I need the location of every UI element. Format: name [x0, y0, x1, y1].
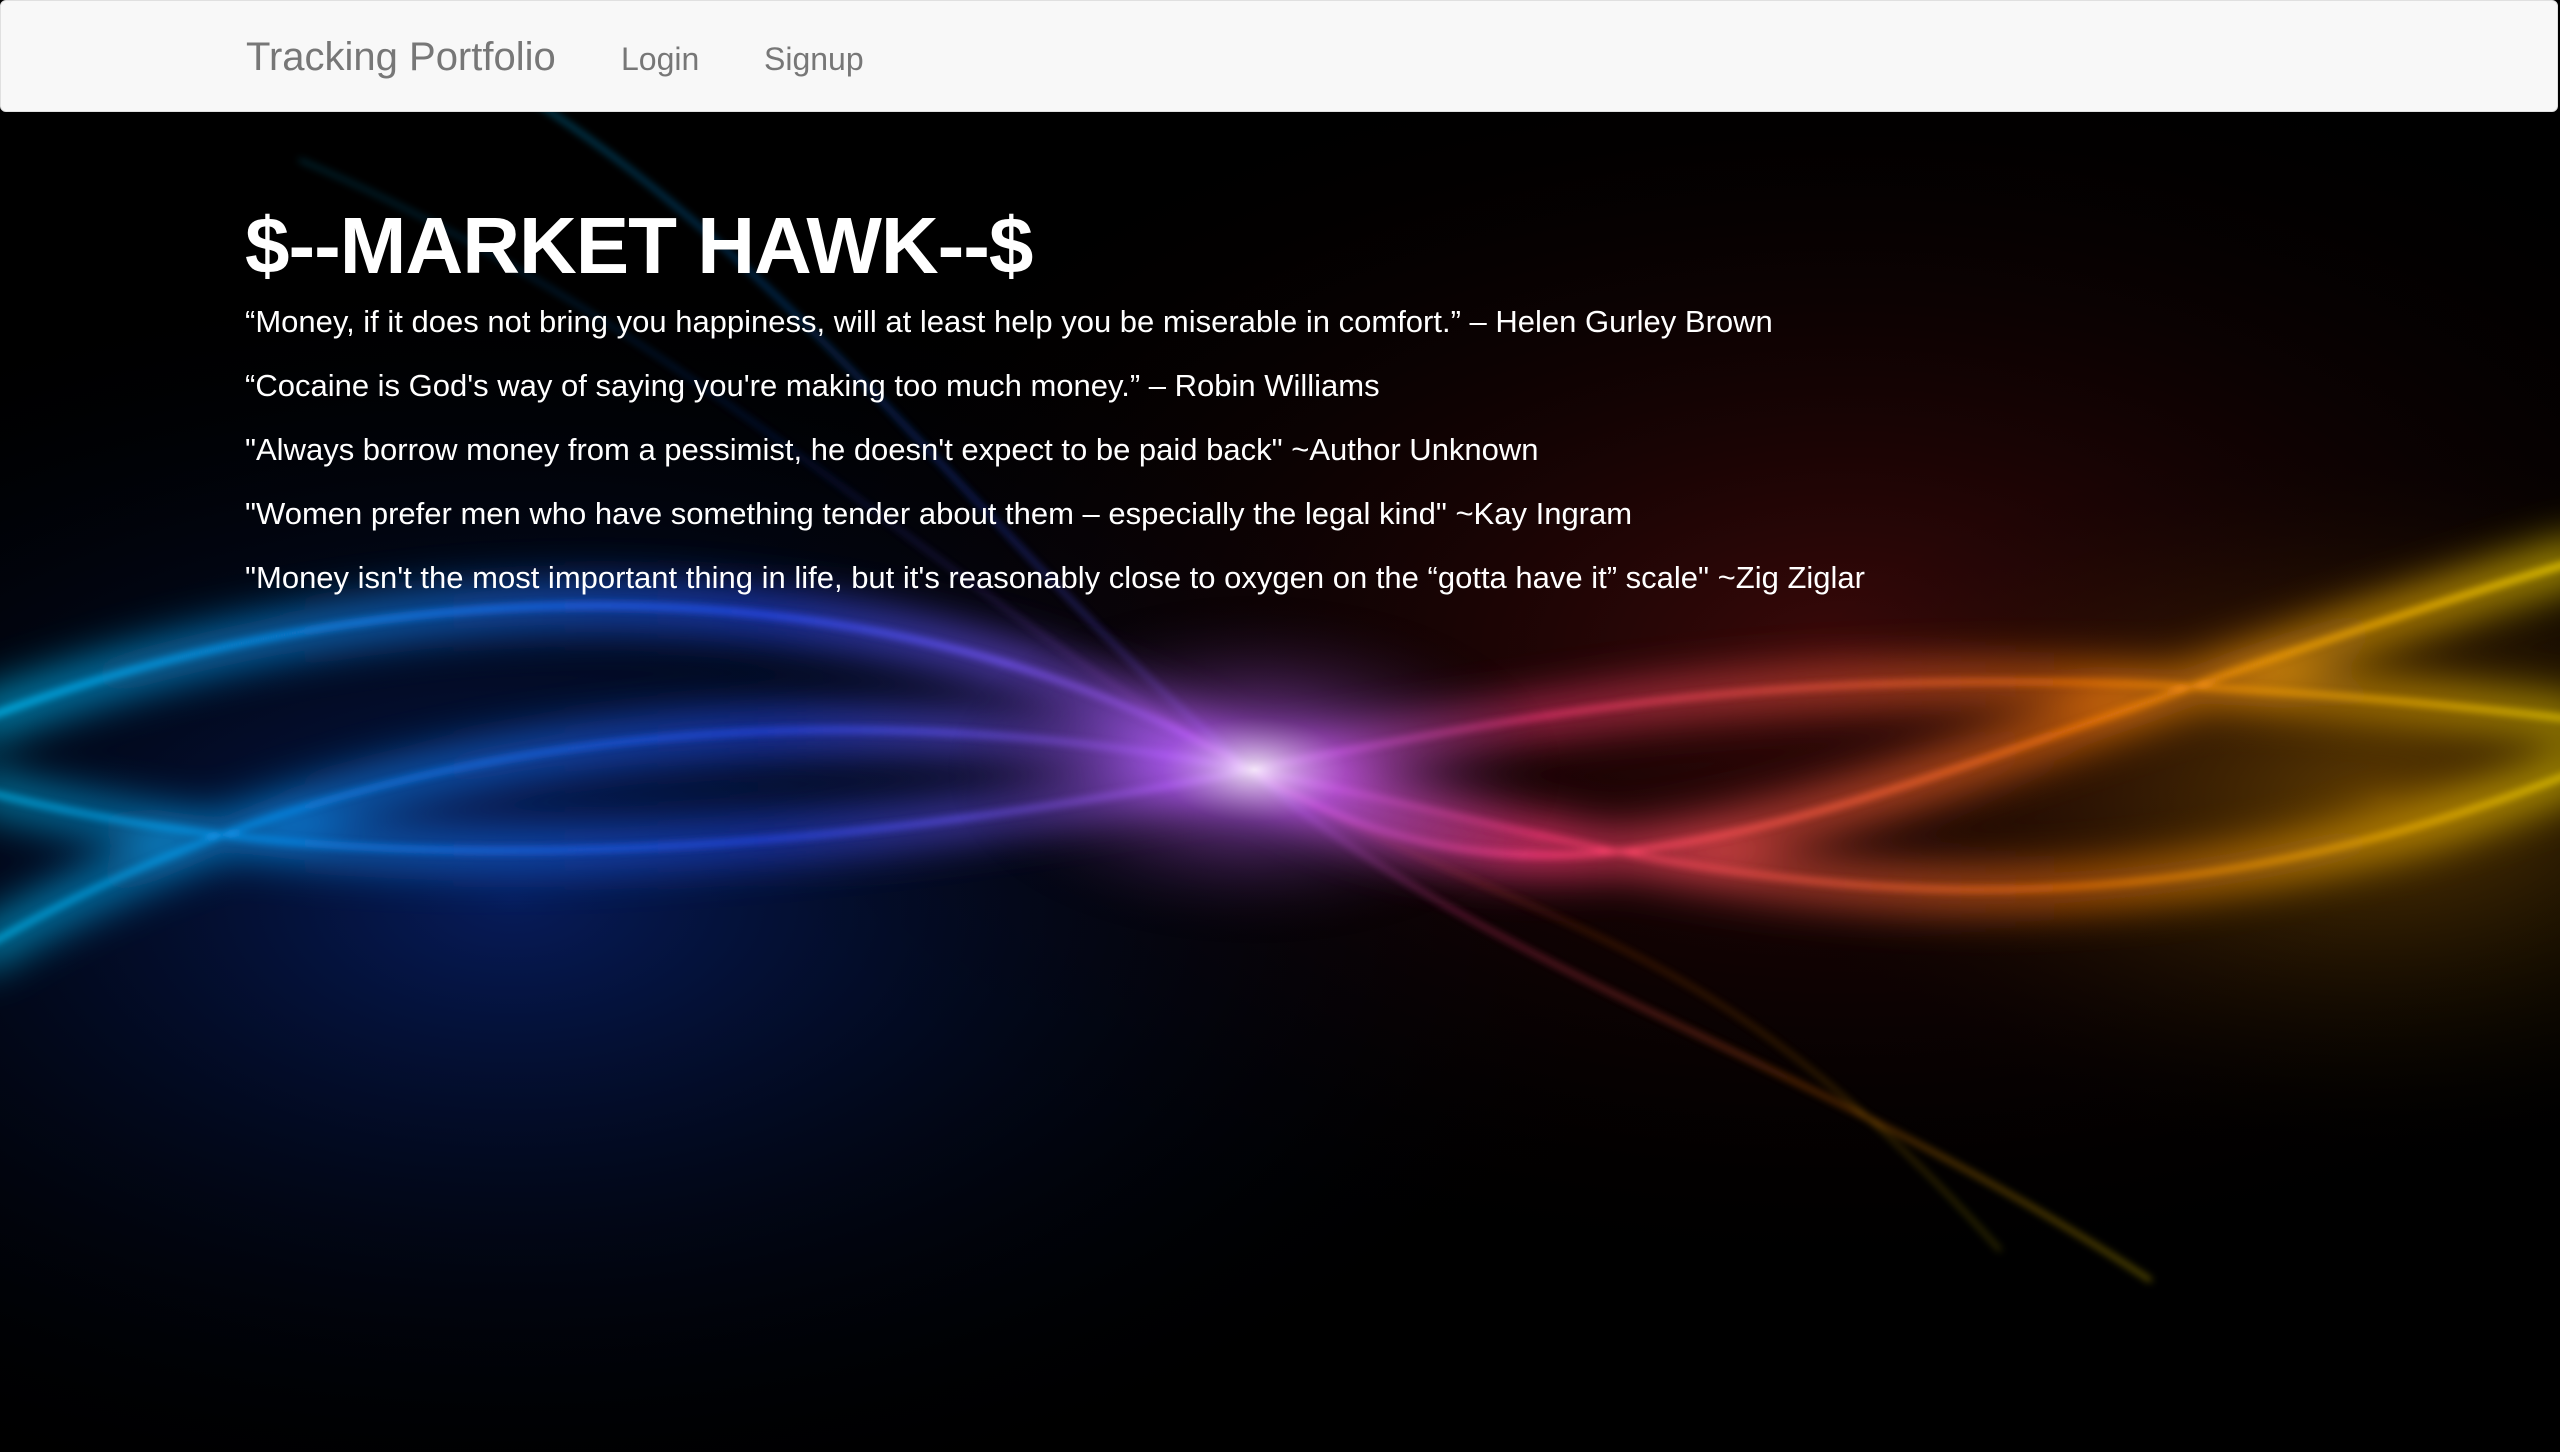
quote-item: “Money, if it does not bring you happine…	[245, 304, 1773, 339]
nav-login-link[interactable]: Login	[621, 37, 699, 81]
page-title: $--MARKET HAWK--$	[245, 201, 1033, 290]
quote-list: “Money, if it does not bring you happine…	[245, 302, 1865, 598]
top-navbar: Tracking Portfolio Login Signup	[0, 0, 2558, 112]
nav-signup-link[interactable]: Signup	[764, 37, 864, 81]
quote-item: "Money isn't the most important thing in…	[245, 560, 1865, 595]
quote-item: “Cocaine is God's way of saying you're m…	[245, 368, 1380, 403]
hero-content: $--MARKET HAWK--$ “Money, if it does not…	[245, 198, 1865, 622]
brand-link[interactable]: Tracking Portfolio	[246, 31, 556, 83]
page: Tracking Portfolio Login Signup $--MARKE…	[0, 0, 2560, 1452]
quote-item: "Always borrow money from a pessimist, h…	[245, 432, 1539, 467]
quote-item: "Women prefer men who have something ten…	[245, 496, 1633, 531]
